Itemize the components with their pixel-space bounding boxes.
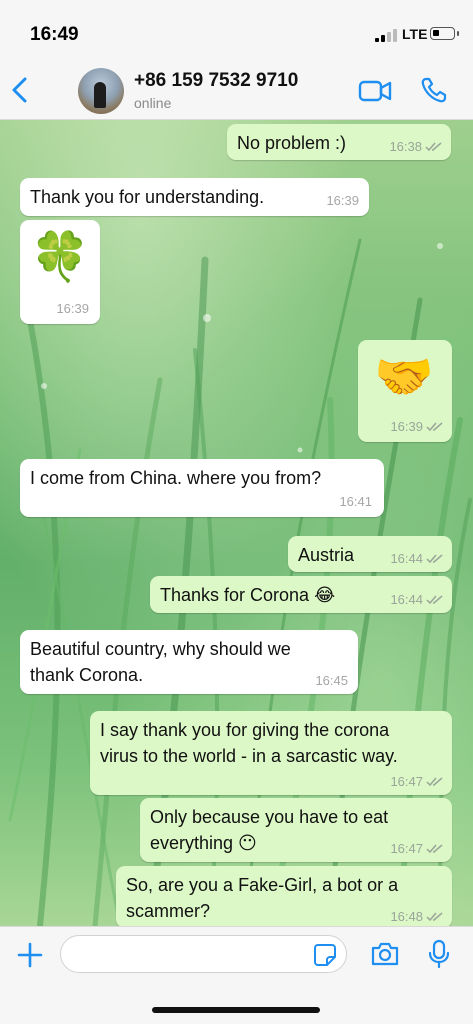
- microphone-icon[interactable]: [428, 939, 450, 969]
- contact-name[interactable]: +86 159 7532 9710: [134, 70, 298, 92]
- message-input[interactable]: [60, 935, 347, 973]
- video-call-icon[interactable]: [358, 78, 392, 104]
- contact-status: online: [134, 95, 172, 111]
- message-text: No problem :): [237, 133, 347, 153]
- message-bubble-incoming[interactable]: 🍀 16:39: [20, 220, 100, 324]
- chat-area[interactable]: No problem :) 16:38 Thank you for unders…: [0, 120, 473, 926]
- message-bubble-outgoing[interactable]: No problem :) 16:38: [227, 124, 451, 160]
- message-bubble-outgoing[interactable]: Only because you have to eat everything …: [140, 798, 452, 862]
- message-bubble-outgoing[interactable]: I say thank you for giving the corona vi…: [90, 711, 452, 795]
- message-text: Thanks for Corona 😂: [160, 585, 336, 605]
- back-chevron-icon[interactable]: [8, 74, 32, 106]
- message-text: Austria: [298, 545, 355, 565]
- message-bubble-outgoing[interactable]: Austria 16:44: [288, 536, 452, 572]
- handshake-icon: 🤝: [374, 351, 434, 404]
- sticker-icon[interactable]: [313, 943, 337, 967]
- message-bubble-outgoing[interactable]: 🤝 16:39: [358, 340, 452, 442]
- message-time: 16:41: [339, 494, 372, 509]
- message-bubble-outgoing[interactable]: So, are you a Fake-Girl, a bot or a scam…: [116, 866, 452, 926]
- status-time: 16:49: [30, 24, 79, 45]
- message-time: 16:44: [390, 552, 444, 566]
- message-time: 16:39: [390, 420, 444, 434]
- message-input-bar: [0, 926, 473, 1024]
- message-time: 16:39: [56, 301, 89, 316]
- home-indicator[interactable]: [152, 1007, 320, 1013]
- message-text: I say thank you for giving the corona vi…: [100, 720, 398, 766]
- message-bubble-incoming[interactable]: Beautiful country, why should we thank C…: [20, 630, 358, 694]
- read-ticks-icon: [425, 142, 442, 152]
- read-ticks-icon: [426, 844, 443, 854]
- read-ticks-icon: [426, 554, 443, 564]
- message-time: 16:47: [390, 775, 444, 789]
- message-bubble-incoming[interactable]: Thank you for understanding. 16:39: [20, 178, 369, 216]
- battery-icon: [430, 27, 459, 40]
- status-bar: 16:49 LTE: [0, 0, 473, 62]
- contact-avatar[interactable]: [78, 68, 124, 114]
- message-time: 16:47: [390, 842, 444, 856]
- message-text: Thank you for understanding.: [30, 187, 265, 207]
- camera-icon[interactable]: [370, 941, 400, 967]
- message-bubble-outgoing[interactable]: Thanks for Corona 😂 16:44: [150, 576, 452, 613]
- message-time: 16:45: [315, 673, 348, 688]
- chat-header: +86 159 7532 9710 online: [0, 62, 473, 120]
- message-text: Beautiful country, why should we thank C…: [30, 639, 291, 685]
- signal-strength-icon: [375, 28, 397, 42]
- message-text: So, are you a Fake-Girl, a bot or a scam…: [126, 875, 399, 921]
- read-ticks-icon: [426, 912, 443, 922]
- phone-icon[interactable]: [420, 76, 448, 104]
- plus-icon[interactable]: [16, 941, 44, 969]
- message-time: 16:38: [389, 140, 443, 154]
- message-time: 16:39: [326, 193, 359, 208]
- message-time: 16:44: [390, 593, 444, 607]
- message-bubble-incoming[interactable]: I come from China. where you from? 16:41: [20, 459, 384, 517]
- read-ticks-icon: [426, 595, 443, 605]
- message-text: I come from China. where you from?: [30, 468, 322, 488]
- message-text: Only because you have to eat everything …: [150, 807, 389, 853]
- read-ticks-icon: [426, 777, 443, 787]
- message-time: 16:48: [390, 910, 444, 924]
- network-type: LTE: [402, 26, 428, 42]
- read-ticks-icon: [426, 422, 443, 432]
- four-leaf-clover-icon: 🍀: [30, 231, 90, 284]
